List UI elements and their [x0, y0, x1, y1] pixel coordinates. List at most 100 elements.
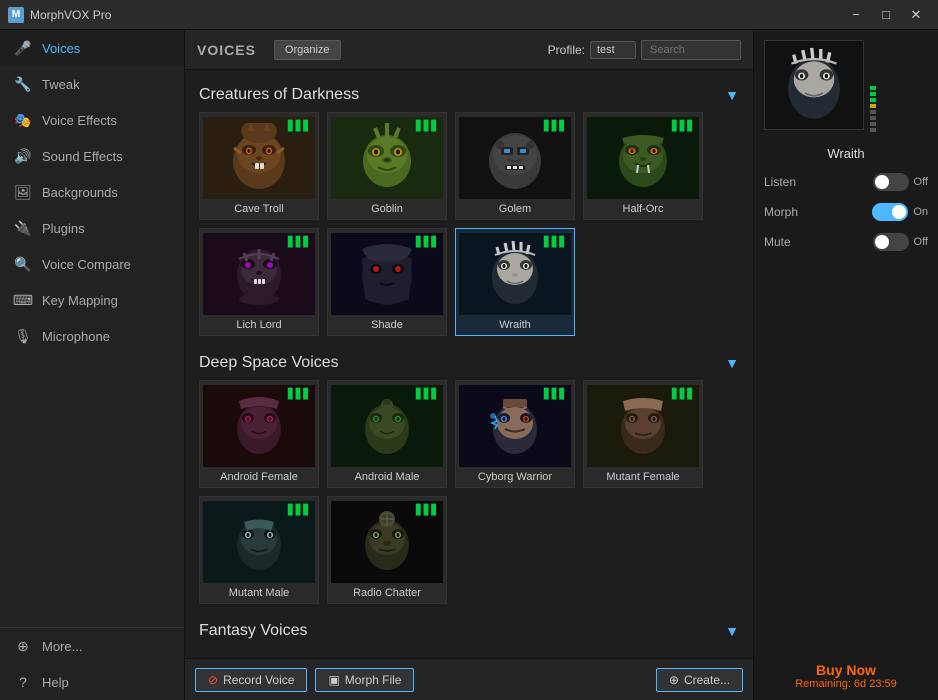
- sidebar-label-voice-compare: Voice Compare: [42, 257, 131, 272]
- voice-card-mutant-female[interactable]: ▋▋▋ Mutant Female: [583, 380, 703, 488]
- sidebar-label-more: More...: [42, 639, 82, 654]
- level-bar-1: [870, 86, 876, 90]
- radio-chatter-label: Radio Chatter: [353, 587, 421, 599]
- golem-img: ▋▋▋: [459, 117, 571, 199]
- level-bars: [870, 40, 876, 136]
- level-bar-6: [870, 116, 876, 120]
- sidebar-label-voice-effects: Voice Effects: [42, 113, 117, 128]
- morph-state: On: [913, 206, 928, 218]
- mute-label: Mute: [764, 235, 791, 249]
- voice-card-radio-chatter[interactable]: ▋▋▋ Radio Chatter: [327, 496, 447, 604]
- create-plus-icon: ⊕: [669, 673, 679, 687]
- sidebar-item-tweak[interactable]: 🔧 Tweak: [0, 66, 184, 102]
- morph-control-row: Morph On: [764, 203, 928, 221]
- listen-toggle[interactable]: [873, 173, 909, 191]
- selected-voice-name: Wraith: [827, 146, 864, 161]
- morph-label-panel: Morph: [764, 205, 798, 219]
- category-deepspace-header: Deep Space Voices ▼: [195, 348, 743, 380]
- voice-compare-icon: 🔍: [14, 255, 32, 273]
- buy-now-text[interactable]: Buy Now: [795, 662, 897, 678]
- profile-select[interactable]: test: [590, 41, 636, 59]
- shade-label: Shade: [371, 319, 403, 331]
- listen-knob: [875, 175, 889, 189]
- voices-area[interactable]: Creatures of Darkness ▼: [185, 70, 753, 658]
- sidebar-item-plugins[interactable]: 🔌 Plugins: [0, 210, 184, 246]
- morph-knob: [892, 205, 906, 219]
- help-icon: ?: [14, 673, 32, 691]
- main-content: VOICES Organize Profile: test Creatures …: [185, 30, 753, 700]
- half-orc-label: Half-Orc: [623, 203, 664, 215]
- close-button[interactable]: ✕: [902, 4, 930, 26]
- signal-wraith: ▋▋▋: [544, 237, 567, 248]
- deepspace-grid: ▋▋▋ Android Female: [195, 380, 743, 616]
- signal-mutant-female: ▋▋▋: [672, 389, 695, 400]
- mute-control-row: Mute Off: [764, 233, 928, 251]
- more-icon: ⊕: [14, 637, 32, 655]
- sidebar-label-key-mapping: Key Mapping: [42, 293, 118, 308]
- sidebar-label-voices: Voices: [42, 41, 80, 56]
- search-input[interactable]: [641, 40, 741, 60]
- sidebar-item-voice-effects[interactable]: 🎭 Voice Effects: [0, 102, 184, 138]
- sidebar-item-key-mapping[interactable]: ⌨ Key Mapping: [0, 282, 184, 318]
- cyborg-warrior-label: Cyborg Warrior: [478, 471, 552, 483]
- category-deepspace-title: Deep Space Voices: [199, 354, 339, 372]
- voice-card-lich-lord[interactable]: ▋▋▋ Lich Lord: [199, 228, 319, 336]
- right-top: [764, 40, 928, 136]
- profile-label: Profile:: [548, 43, 585, 57]
- signal-shade: ▋▋▋: [416, 237, 439, 248]
- maximize-button[interactable]: □: [872, 4, 900, 26]
- section-title: VOICES: [197, 42, 256, 58]
- category-creatures-header: Creatures of Darkness ▼: [195, 80, 743, 112]
- creatures-grid: ▋▋▋ Cave Troll: [195, 112, 743, 348]
- mutant-male-label: Mutant Male: [229, 587, 290, 599]
- android-female-label: Android Female: [220, 471, 298, 483]
- morph-label: Morph File: [345, 673, 402, 687]
- voice-card-golem[interactable]: ▋▋▋ Golem: [455, 112, 575, 220]
- sidebar-item-voices[interactable]: 🎤 Voices: [0, 30, 184, 66]
- sidebar-item-voice-compare[interactable]: 🔍 Voice Compare: [0, 246, 184, 282]
- signal-android-male: ▋▋▋: [416, 389, 439, 400]
- voice-card-mutant-male[interactable]: ▋▋▋ Mutant Male: [199, 496, 319, 604]
- category-creatures-arrow[interactable]: ▼: [725, 87, 739, 103]
- voice-card-shade[interactable]: ▋▋▋ Shade: [327, 228, 447, 336]
- voice-card-wraith[interactable]: ▋▋▋ Wraith: [455, 228, 575, 336]
- sidebar-item-sound-effects[interactable]: 🔊 Sound Effects: [0, 138, 184, 174]
- voice-card-cave-troll[interactable]: ▋▋▋ Cave Troll: [199, 112, 319, 220]
- organize-button[interactable]: Organize: [274, 40, 341, 60]
- app-title: MorphVOX Pro: [30, 8, 842, 22]
- microphone-icon: 🎙: [14, 327, 32, 345]
- mute-knob: [875, 235, 889, 249]
- minimize-button[interactable]: −: [842, 4, 870, 26]
- app-container: 🎤 Voices 🔧 Tweak 🎭 Voice Effects 🔊 Sound…: [0, 30, 938, 700]
- sidebar-item-microphone[interactable]: 🎙 Microphone: [0, 318, 184, 354]
- level-bar-5: [870, 110, 876, 114]
- golem-label: Golem: [499, 203, 531, 215]
- mutant-female-img: ▋▋▋: [587, 385, 699, 467]
- listen-label: Listen: [764, 175, 796, 189]
- voice-card-goblin[interactable]: ▋▋▋ Goblin: [327, 112, 447, 220]
- create-button[interactable]: ⊕ Create...: [656, 668, 743, 692]
- category-fantasy-arrow[interactable]: ▼: [725, 623, 739, 639]
- category-deepspace-arrow[interactable]: ▼: [725, 355, 739, 371]
- record-label: Record Voice: [223, 673, 294, 687]
- voice-card-android-female[interactable]: ▋▋▋ Android Female: [199, 380, 319, 488]
- sidebar-label-sound-effects: Sound Effects: [42, 149, 123, 164]
- signal-radio-chatter: ▋▋▋: [416, 505, 439, 516]
- voice-card-half-orc[interactable]: ▋▋▋ Half-Orc: [583, 112, 703, 220]
- listen-state: Off: [914, 176, 928, 188]
- voice-card-cyborg-warrior[interactable]: ▋▋▋ Cyborg Warrior: [455, 380, 575, 488]
- sidebar-item-more[interactable]: ⊕ More...: [0, 628, 184, 664]
- selected-voice-image: [764, 40, 864, 130]
- goblin-label: Goblin: [371, 203, 403, 215]
- morph-file-button[interactable]: ▣ Morph File: [315, 668, 414, 692]
- voice-card-android-male[interactable]: ▋▋▋ Android Male: [327, 380, 447, 488]
- level-bar-4: [870, 104, 876, 108]
- sidebar-item-backgrounds[interactable]: 🖼 Backgrounds: [0, 174, 184, 210]
- morph-toggle[interactable]: [872, 203, 908, 221]
- bottombar: ⊘ Record Voice ▣ Morph File ⊕ Create...: [185, 658, 753, 700]
- record-voice-button[interactable]: ⊘ Record Voice: [195, 668, 307, 692]
- sidebar-item-help[interactable]: ? Help: [0, 664, 184, 700]
- morph-toggle-container: On: [872, 203, 928, 221]
- signal-lich-lord: ▋▋▋: [288, 237, 311, 248]
- mute-toggle[interactable]: [873, 233, 909, 251]
